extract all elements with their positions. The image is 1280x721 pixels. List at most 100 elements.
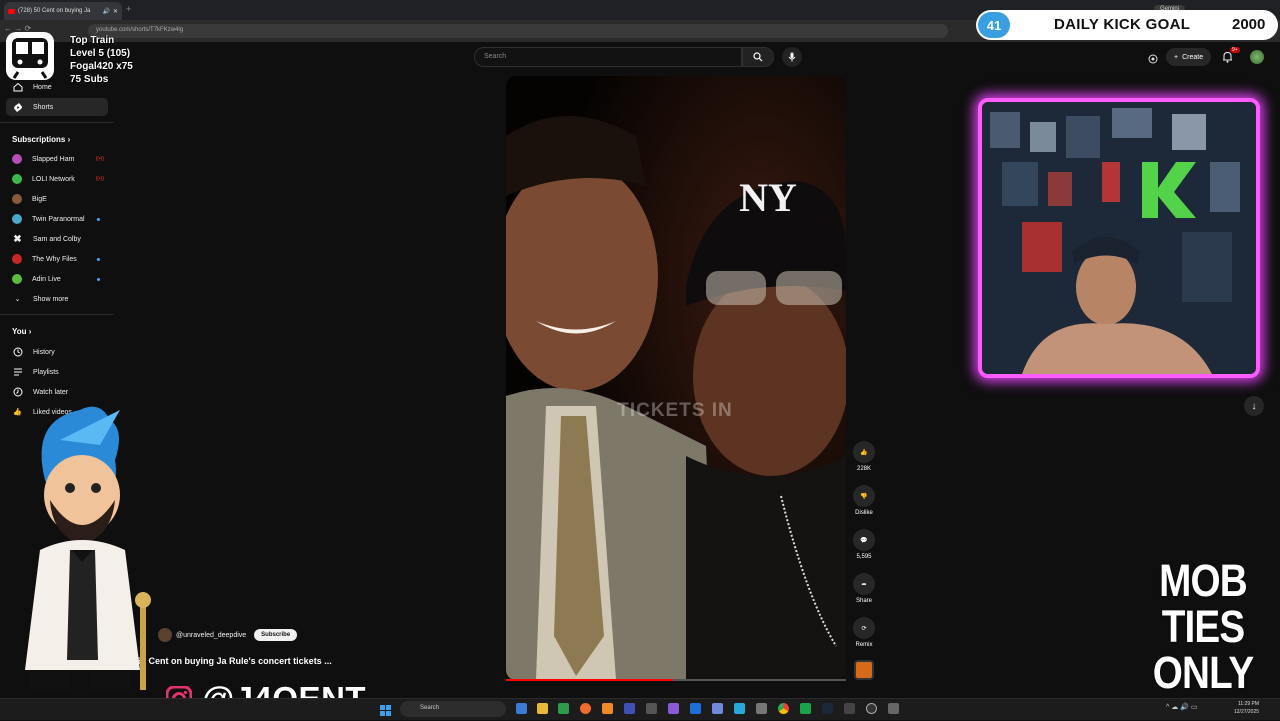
url-field[interactable]: youtube.com/shorts/T7kFKzw4lg (88, 24, 948, 38)
kick-goal-count: 41 (978, 12, 1010, 38)
speaker-icon[interactable]: 🔊 (102, 8, 109, 15)
comments-button[interactable]: 💬 5,595 (849, 529, 879, 560)
cast-icon[interactable] (1148, 51, 1158, 69)
comment-icon: 💬 (853, 529, 875, 551)
like-count: 228K (856, 466, 871, 472)
system-tray-icons[interactable]: ^ ☁ 🔊 ▭ (1166, 703, 1197, 711)
taskbar-app-icon[interactable] (800, 703, 811, 714)
playlist-icon (12, 367, 23, 378)
next-short-button[interactable]: ↓ (1244, 396, 1264, 416)
sidebar-channel-item[interactable]: Adin Live (6, 270, 108, 288)
sidebar-item-playlists[interactable]: Playlists (6, 363, 108, 381)
taskbar-app-icon[interactable] (624, 703, 635, 714)
channel-name: BigE (32, 195, 47, 203)
video-caption: TICKETS IN (617, 400, 733, 421)
playlists-label: Playlists (33, 368, 59, 376)
obs-icon[interactable] (866, 703, 877, 714)
dislike-button[interactable]: 👎 Dislike (849, 485, 879, 516)
brand-text: MOB TIES ONLY (1152, 555, 1254, 698)
sidebar-show-more[interactable]: ⌄ Show more (6, 290, 108, 308)
taskbar-app-icon[interactable] (844, 703, 855, 714)
taskbar-search-label: Search (420, 705, 440, 711)
subscriptions-heading[interactable]: Subscriptions › (12, 135, 70, 144)
remix-button[interactable]: ⟳ Remix (849, 617, 879, 648)
channel-name: Slapped Ham (32, 155, 75, 163)
you-heading-label: You (12, 327, 27, 336)
sidebar-shorts-label: Shorts (33, 103, 54, 111)
taskbar-app-icon[interactable] (516, 703, 527, 714)
calculator-icon[interactable] (646, 703, 657, 714)
sidebar-divider (0, 122, 114, 123)
channel-avatar (12, 274, 22, 284)
channel-handle[interactable]: @unraveled_deepdive (176, 632, 246, 639)
youtube-favicon-icon (8, 8, 15, 14)
share-label: Share (855, 598, 872, 604)
watch-later-label: Watch later (33, 388, 69, 396)
search-input[interactable]: Search (474, 47, 742, 67)
taskbar-app-icon[interactable] (668, 703, 679, 714)
search-button[interactable] (742, 47, 774, 67)
train-line-2: Level 5 (105) (70, 48, 131, 59)
sidebar-item-history[interactable]: History (6, 343, 108, 361)
tab-close-icon[interactable]: ✕ (113, 8, 118, 15)
channel-avatar (12, 254, 22, 264)
channel-avatar (12, 174, 22, 184)
chevron-down-icon: ⌄ (14, 296, 21, 303)
chrome-icon[interactable] (778, 703, 789, 714)
folder-icon[interactable] (537, 703, 548, 714)
taskbar-app-icon[interactable] (558, 703, 569, 714)
arrow-down-icon: ↓ (1251, 400, 1257, 412)
taskbar-app-icon[interactable] (602, 703, 613, 714)
video-progress-fill[interactable] (506, 679, 673, 681)
sidebar-channel-item[interactable]: ✖ Sam and Colby (6, 230, 108, 248)
sidebar-channel-item[interactable]: The Why Files (6, 250, 108, 268)
taskbar (0, 698, 1280, 720)
sidebar-channel-item[interactable]: BigE (6, 190, 108, 208)
channel-name: Adin Live (32, 275, 61, 283)
taskbar-app-icon[interactable] (756, 703, 767, 714)
voice-search-button[interactable] (782, 47, 802, 67)
video-progress-track[interactable] (673, 679, 846, 681)
taskbar-clock[interactable]: 11:29 PM 12/27/2025 (1234, 700, 1259, 716)
sound-thumbnail[interactable] (854, 660, 874, 680)
account-avatar[interactable] (1250, 50, 1264, 64)
remix-label: Remix (855, 642, 873, 648)
chevron-right-icon: › (67, 135, 71, 144)
x-logo-icon: ✖ (13, 233, 22, 245)
channel-name: LOLI Network (32, 175, 75, 183)
firefox-icon[interactable] (580, 703, 591, 714)
train-line-1: Top Train (70, 35, 115, 46)
subscribe-button[interactable]: Subscribe (254, 629, 298, 641)
channel-avatar (12, 214, 22, 224)
new-content-dot (97, 217, 100, 221)
taskbar-search[interactable]: Search (400, 701, 506, 717)
sidebar-channel-item[interactable]: Slapped Ham ((•)) (6, 150, 108, 168)
sidebar-item-watch-later[interactable]: Watch later (6, 383, 108, 401)
webcam-frame (978, 98, 1260, 378)
sidebar-item-shorts[interactable]: Shorts (6, 98, 108, 116)
discord-icon[interactable] (712, 703, 723, 714)
steam-icon[interactable] (822, 703, 833, 714)
share-button[interactable]: ➦ Share (849, 573, 879, 604)
mascot-character (0, 400, 170, 700)
browser-tab[interactable]: (728) 50 Cent on buying Ja 🔊 ✕ (4, 2, 122, 20)
thumbs-down-icon: 👎 (853, 485, 875, 507)
you-heading[interactable]: You › (12, 327, 31, 336)
search-icon (753, 52, 763, 62)
create-button[interactable]: + Create (1166, 48, 1212, 66)
taskbar-app-icon[interactable] (690, 703, 701, 714)
sidebar-channel-item[interactable]: LOLI Network ((•)) (6, 170, 108, 188)
clock-time: 11:29 PM (1238, 701, 1260, 707)
windows-start-icon[interactable] (380, 703, 391, 721)
train-line-4: 75 Subs (70, 74, 109, 85)
microphone-icon (788, 52, 796, 62)
sidebar-channel-item[interactable]: Twin Paranormal (6, 210, 108, 228)
like-button[interactable]: 👍 228K (849, 441, 879, 472)
new-tab-button[interactable]: + (126, 4, 131, 14)
chevron-right-icon: › (28, 327, 32, 336)
short-video-player[interactable]: NY (506, 76, 846, 680)
settings-icon[interactable] (888, 703, 899, 714)
taskbar-app-icon[interactable] (734, 703, 745, 714)
ny-logo: NY (739, 175, 797, 220)
history-icon (12, 347, 23, 358)
